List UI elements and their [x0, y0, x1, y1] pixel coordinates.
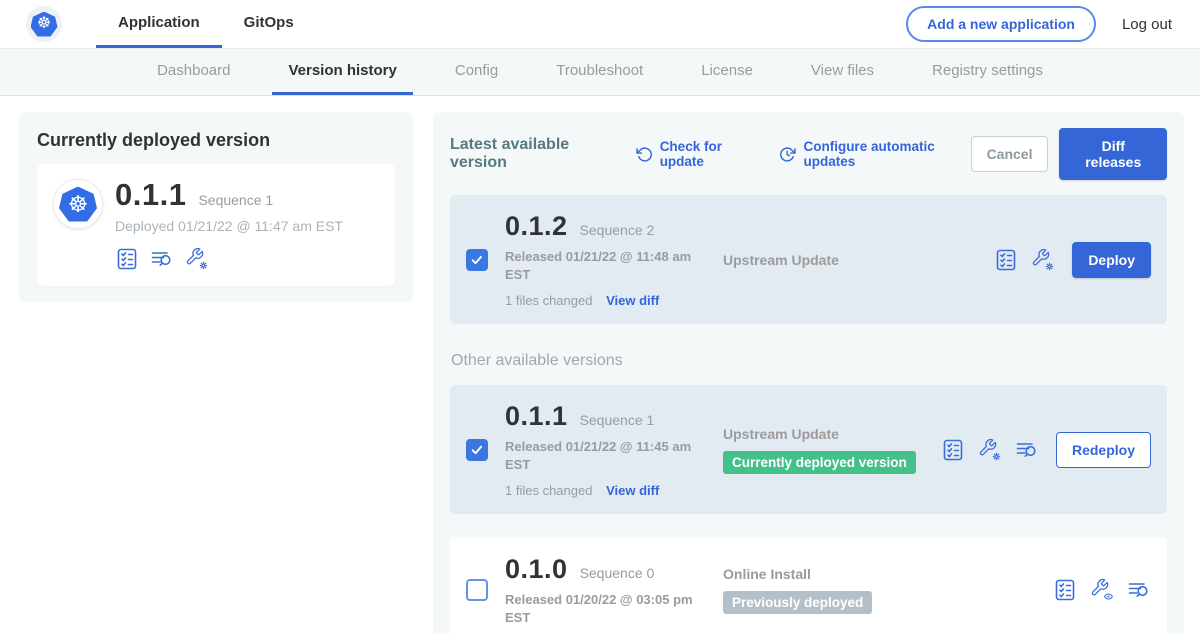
- subnav-item-config[interactable]: Config: [439, 49, 514, 95]
- deployed-version-card: ☸ 0.1.1 Sequence 1 Deployed 01/21/22 @ 1…: [37, 164, 395, 286]
- released-timestamp: Released 01/21/22 @ 11:48 am EST: [505, 248, 697, 283]
- config-view-wrench-eye-icon[interactable]: [1090, 578, 1114, 602]
- version-checkbox[interactable]: [466, 579, 488, 601]
- preflight-checklist-icon[interactable]: [994, 248, 1018, 272]
- top-tabs: Application GitOps: [96, 0, 316, 48]
- version-row-0-1-1: 0.1.1 Sequence 1 Released 01/21/22 @ 11:…: [450, 385, 1167, 514]
- logout-button[interactable]: Log out: [1122, 16, 1172, 33]
- released-timestamp: Released 01/20/22 @ 03:05 pm EST: [505, 591, 697, 626]
- deployed-version-number: 0.1.1: [115, 177, 186, 213]
- source-label: Upstream Update: [723, 426, 941, 442]
- version-number: 0.1.0: [505, 554, 568, 585]
- version-number: 0.1.1: [505, 401, 568, 432]
- subnav-item-view-files[interactable]: View files: [795, 49, 890, 95]
- version-source: Upstream Update Currently deployed versi…: [723, 426, 941, 474]
- refresh-icon: [636, 146, 653, 163]
- preflight-checklist-icon[interactable]: [941, 438, 965, 462]
- version-checkbox[interactable]: [466, 249, 488, 271]
- sub-nav: Dashboard Version history Config Trouble…: [0, 49, 1200, 96]
- view-diff-link[interactable]: View diff: [606, 293, 659, 308]
- config-wrench-gear-icon[interactable]: [185, 247, 209, 271]
- version-source: Online Install Previously deployed: [723, 566, 1053, 614]
- subnav-item-dashboard[interactable]: Dashboard: [141, 49, 246, 95]
- file-diff-search-icon[interactable]: [1127, 578, 1151, 602]
- currently-deployed-panel: Currently deployed version ☸ 0.1.1 Seque…: [19, 112, 413, 302]
- source-label: Upstream Update: [723, 252, 994, 268]
- deployed-sequence-label: Sequence 1: [198, 192, 273, 208]
- sequence-label: Sequence 2: [580, 222, 655, 238]
- main-content: Currently deployed version ☸ 0.1.1 Seque…: [0, 96, 1200, 634]
- version-info: 0.1.2 Sequence 2 Released 01/21/22 @ 11:…: [505, 211, 723, 308]
- kubernetes-wheel-icon: ☸: [31, 12, 58, 37]
- deployed-timestamp: Deployed 01/21/22 @ 11:47 am EST: [115, 218, 343, 234]
- available-versions-panel: Latest available version Check for updat…: [433, 112, 1184, 634]
- files-changed-label: 1 files changed: [505, 293, 592, 308]
- preflight-checklist-icon[interactable]: [1053, 578, 1077, 602]
- other-versions-title: Other available versions: [451, 352, 1167, 370]
- version-row-0-1-2: 0.1.2 Sequence 2 Released 01/21/22 @ 11:…: [450, 195, 1167, 324]
- version-actions: Redeploy: [941, 432, 1151, 468]
- deploy-button[interactable]: Deploy: [1072, 242, 1151, 278]
- subnav-item-troubleshoot[interactable]: Troubleshoot: [540, 49, 659, 95]
- version-info: 0.1.1 Sequence 1 Released 01/21/22 @ 11:…: [505, 401, 723, 498]
- deployed-app-logo: ☸: [53, 179, 103, 229]
- available-versions-header: Latest available version Check for updat…: [450, 128, 1167, 180]
- subnav-item-license[interactable]: License: [685, 49, 769, 95]
- version-checkbox[interactable]: [466, 439, 488, 461]
- cancel-button[interactable]: Cancel: [971, 136, 1049, 172]
- clock-refresh-icon: [779, 146, 796, 163]
- version-actions: [1053, 578, 1151, 602]
- previously-deployed-badge: Previously deployed: [723, 591, 872, 614]
- config-wrench-gear-icon[interactable]: [978, 438, 1002, 462]
- version-row-0-1-0: 0.1.0 Sequence 0 Released 01/20/22 @ 03:…: [450, 538, 1167, 634]
- view-diff-link[interactable]: View diff: [606, 483, 659, 498]
- version-info: 0.1.0 Sequence 0 Released 01/20/22 @ 03:…: [505, 554, 723, 626]
- tab-gitops[interactable]: GitOps: [222, 0, 316, 48]
- diff-releases-button[interactable]: Diff releases: [1059, 128, 1167, 180]
- source-label: Online Install: [723, 566, 1053, 582]
- tab-application[interactable]: Application: [96, 0, 222, 48]
- files-changed-label: 1 files changed: [505, 483, 592, 498]
- check-for-update-link[interactable]: Check for update: [636, 139, 758, 169]
- subnav-item-version-history[interactable]: Version history: [272, 49, 412, 95]
- configure-automatic-updates-link[interactable]: Configure automatic updates: [779, 139, 970, 169]
- version-source: Upstream Update: [723, 252, 994, 268]
- deployed-version-details: 0.1.1 Sequence 1 Deployed 01/21/22 @ 11:…: [115, 177, 343, 271]
- add-application-button[interactable]: Add a new application: [906, 6, 1096, 42]
- released-timestamp: Released 01/21/22 @ 11:45 am EST: [505, 438, 697, 473]
- kubernetes-wheel-icon: ☸: [59, 187, 97, 222]
- subnav-item-registry-settings[interactable]: Registry settings: [916, 49, 1059, 95]
- config-wrench-gear-icon[interactable]: [1031, 248, 1055, 272]
- sequence-label: Sequence 0: [580, 565, 655, 581]
- latest-available-title: Latest available version: [450, 136, 614, 172]
- currently-deployed-title: Currently deployed version: [37, 130, 395, 151]
- currently-deployed-badge: Currently deployed version: [723, 451, 916, 474]
- redeploy-button[interactable]: Redeploy: [1056, 432, 1151, 468]
- sequence-label: Sequence 1: [580, 412, 655, 428]
- file-diff-search-icon[interactable]: [1015, 438, 1039, 462]
- version-number: 0.1.2: [505, 211, 568, 242]
- version-actions: Deploy: [994, 242, 1151, 278]
- app-logo: ☸: [26, 6, 62, 42]
- preflight-checklist-icon[interactable]: [115, 247, 139, 271]
- deployed-action-icons: [115, 247, 343, 271]
- file-diff-search-icon[interactable]: [150, 247, 174, 271]
- top-nav: ☸ Application GitOps Add a new applicati…: [0, 0, 1200, 49]
